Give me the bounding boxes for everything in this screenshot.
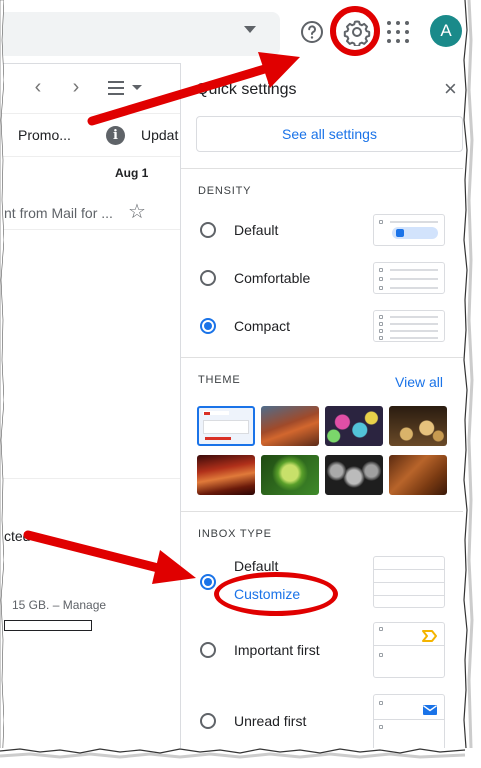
torn-edge-bottom bbox=[0, 748, 481, 768]
torn-edge-left bbox=[0, 0, 4, 768]
arrow-to-customize bbox=[23, 530, 196, 584]
annotation-overlay bbox=[23, 52, 300, 584]
screenshot-frame: A ‹ › Promo... i Updat Aug 1 nt from Mai… bbox=[0, 0, 481, 768]
torn-edge-right bbox=[463, 0, 481, 768]
arrow-to-settings bbox=[87, 52, 300, 126]
